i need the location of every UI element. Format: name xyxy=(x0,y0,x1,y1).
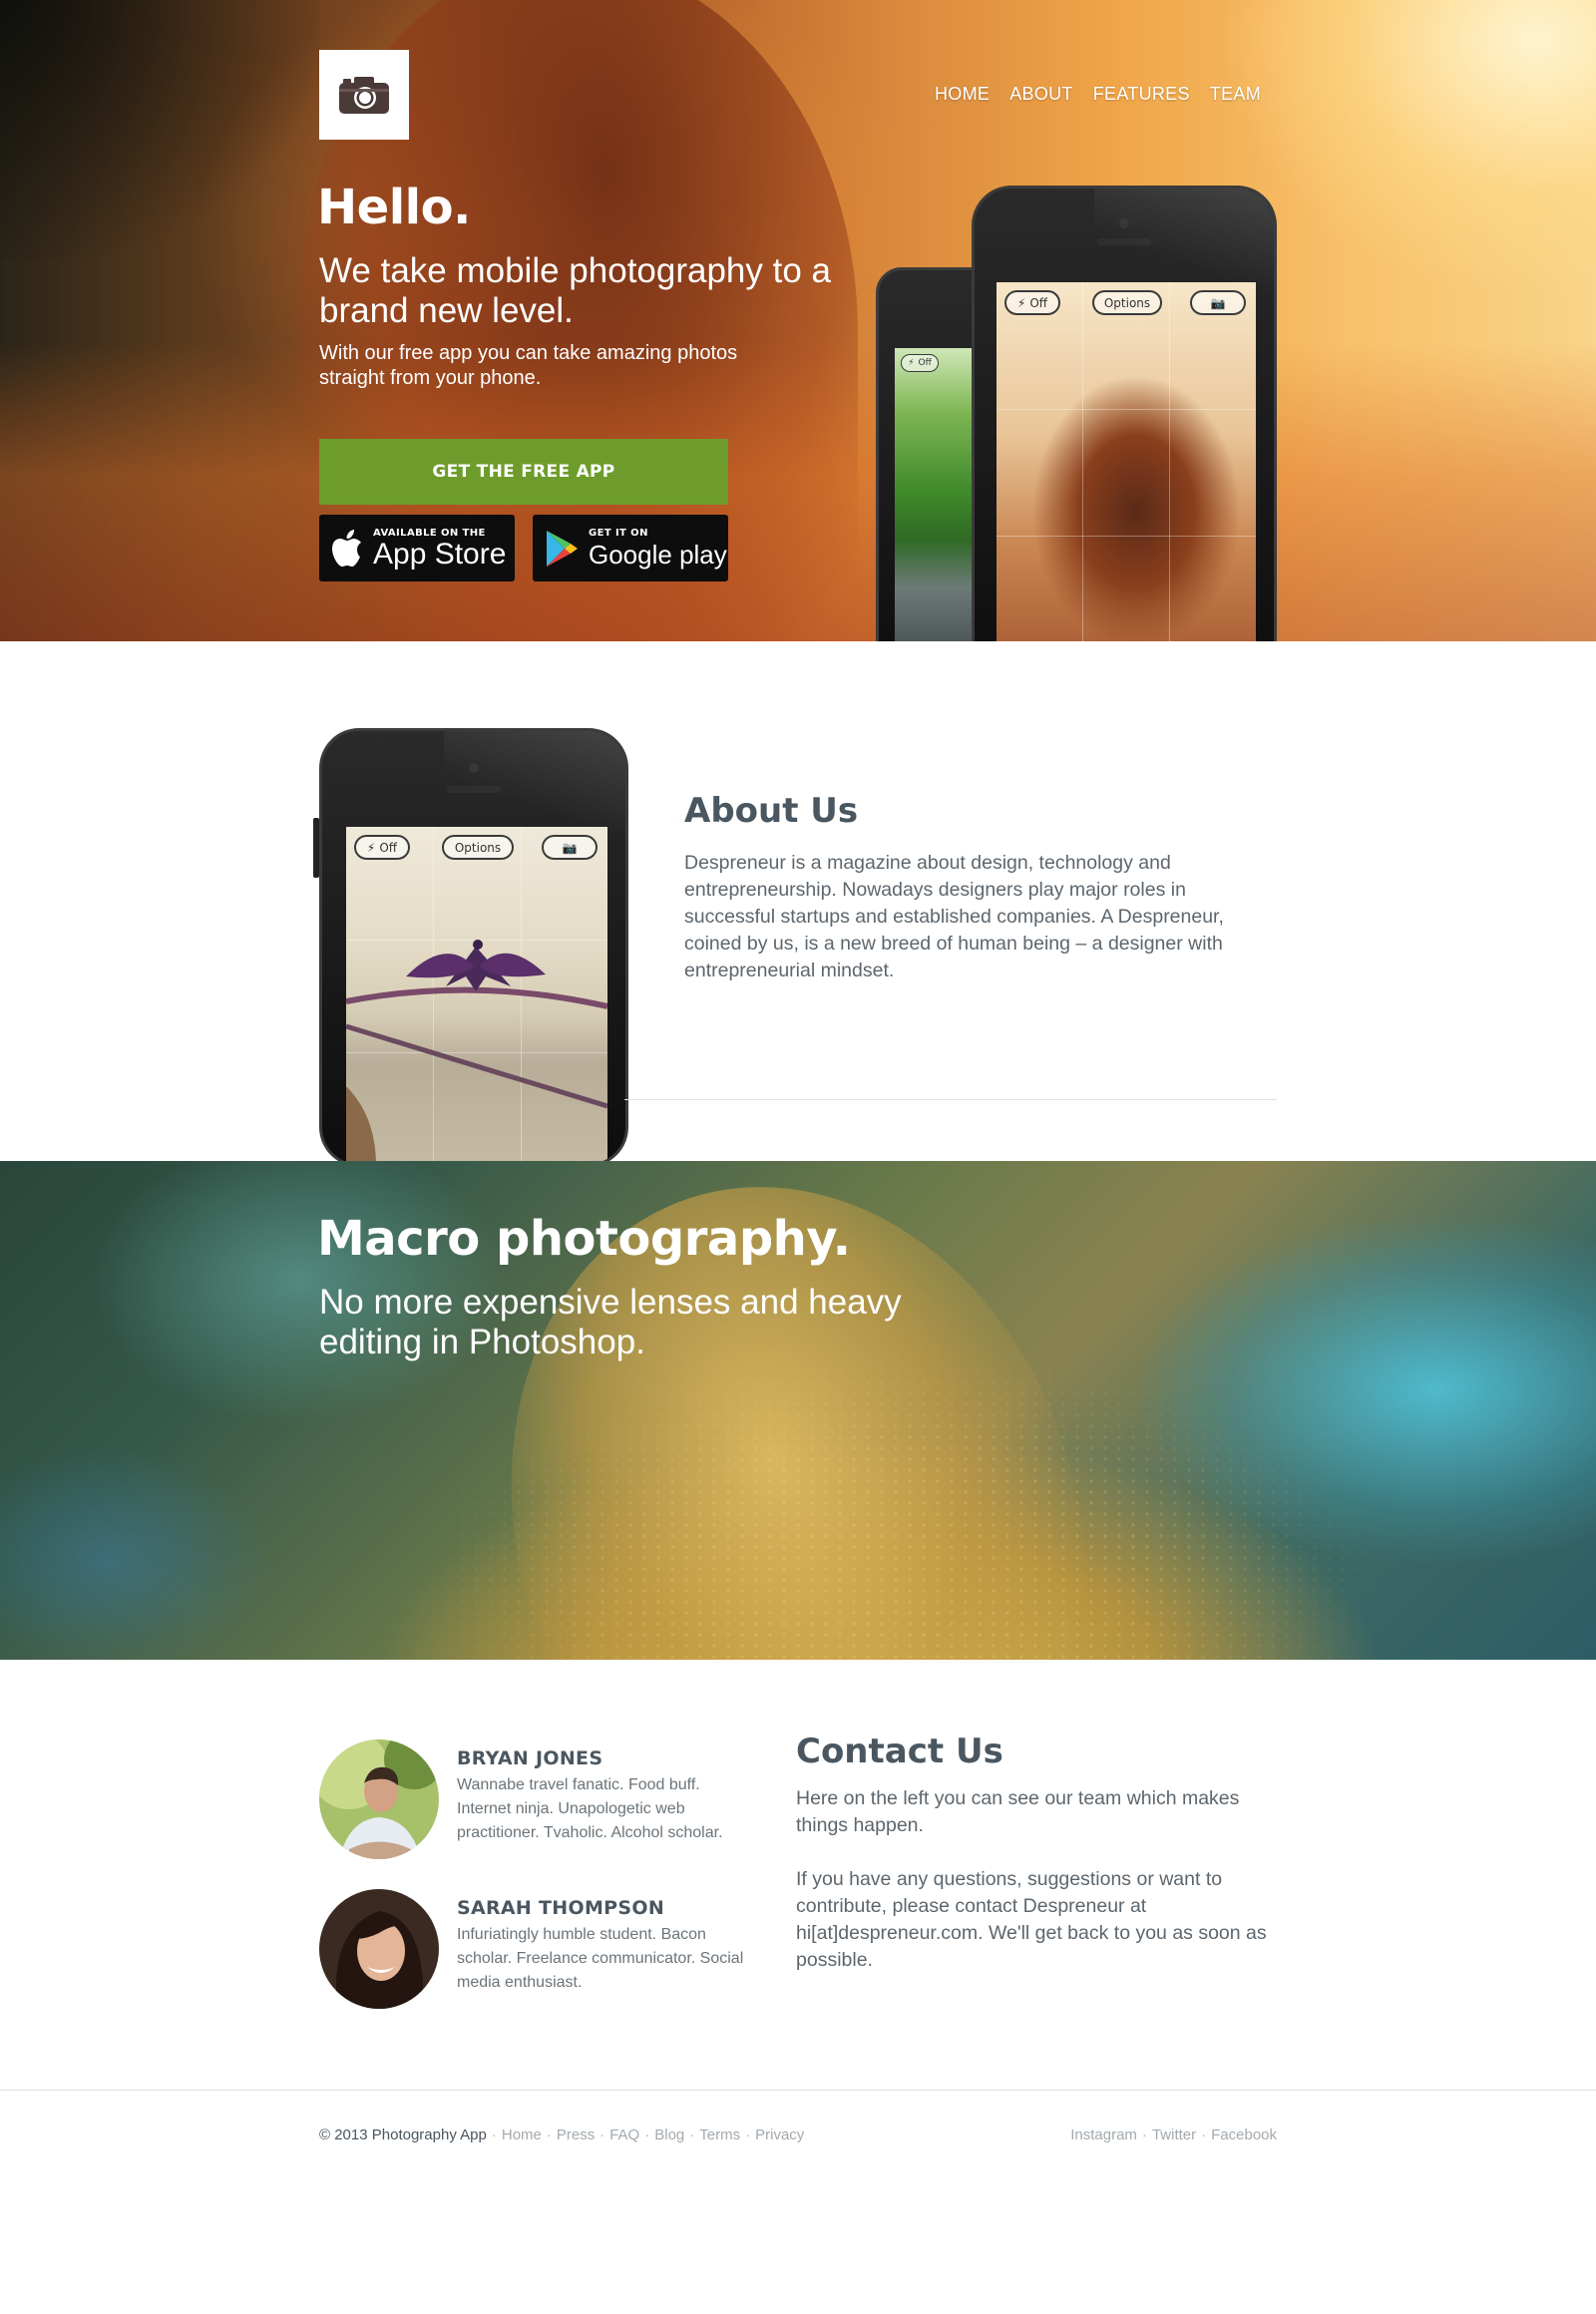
footer-link-terms[interactable]: Terms xyxy=(699,2126,740,2143)
flash-icon: ⚡ xyxy=(1016,295,1026,310)
google-play-badge[interactable]: GET IT ON Google play xyxy=(533,515,728,581)
team-member: BRYAN JONES Wannabe travel fanatic. Food… xyxy=(319,1739,758,1869)
phone-mockup-about: ⚡ Off Options 📷 xyxy=(319,728,628,1167)
footer-link-press[interactable]: Press xyxy=(557,2126,595,2143)
contact-details: If you have any questions, suggestions o… xyxy=(796,1868,1267,1971)
footer-divider xyxy=(0,2090,1596,2091)
footer-link-faq[interactable]: FAQ xyxy=(609,2126,639,2143)
phone-screen-portrait: ⚡ Off Options 📷 xyxy=(997,282,1256,641)
team-member-name: BRYAN JONES xyxy=(457,1747,603,1769)
about-text: Despreneur is a magazine about design, t… xyxy=(684,852,1224,981)
google-play-label: Google play xyxy=(589,539,727,570)
social-link-instagram[interactable]: Instagram xyxy=(1070,2126,1137,2143)
avatar xyxy=(319,1739,439,1859)
switch-camera-icon: 📷 xyxy=(562,840,578,855)
apple-icon xyxy=(332,529,361,567)
main-nav: HOME ABOUT FEATURES TEAM xyxy=(935,84,1261,105)
about-title: About Us xyxy=(684,791,859,831)
team-member-bio: Wannabe travel fanatic. Food buff. Inter… xyxy=(457,1776,723,1841)
team-member: SARAH THOMPSON Infuriatingly humble stud… xyxy=(319,1889,758,2019)
social-link-twitter[interactable]: Twitter xyxy=(1152,2126,1196,2143)
phone-side-buttons xyxy=(313,818,319,878)
social-link-facebook[interactable]: Facebook xyxy=(1211,2126,1277,2143)
flash-icon: ⚡ xyxy=(908,358,915,368)
footer-link-blog[interactable]: Blog xyxy=(654,2126,684,2143)
app-store-small-label: AVAILABLE ON THE xyxy=(373,527,486,539)
contact-intro: Here on the left you can see our team wh… xyxy=(796,1787,1240,1836)
team-member-bio: Infuriatingly humble student. Bacon scho… xyxy=(457,1926,744,1991)
switch-camera-button[interactable]: 📷 xyxy=(542,835,598,860)
bird-photo xyxy=(346,940,607,1164)
macro-title: Macro photography. xyxy=(317,1211,851,1267)
contact-title: Contact Us xyxy=(796,1732,1003,1771)
switch-camera-icon: 📷 xyxy=(1210,295,1226,310)
nav-about[interactable]: ABOUT xyxy=(1009,84,1073,105)
macro-section: Macro photography. No more expensive len… xyxy=(0,1161,1596,1660)
flash-toggle[interactable]: ⚡ Off xyxy=(354,835,410,860)
flash-toggle[interactable]: ⚡ Off xyxy=(1004,290,1060,315)
team-member-name: SARAH THOMPSON xyxy=(457,1897,665,1919)
hero-subtitle: With our free app you can take amazing p… xyxy=(319,342,738,389)
options-button[interactable]: Options xyxy=(442,835,514,860)
switch-camera-button[interactable]: 📷 xyxy=(1190,290,1246,315)
avatar xyxy=(319,1889,439,2009)
nav-features[interactable]: FEATURES xyxy=(1093,84,1190,105)
flash-icon: ⚡ xyxy=(366,840,376,855)
macro-tagline: No more expensive lenses and heavy editi… xyxy=(319,1283,902,1361)
page: HOME ABOUT FEATURES TEAM Hello. We take … xyxy=(0,0,1596,2314)
google-play-icon xyxy=(547,530,578,567)
footer-link-privacy[interactable]: Privacy xyxy=(755,2126,804,2143)
options-button[interactable]: Options xyxy=(1092,290,1162,315)
copyright: © 2013 Photography App xyxy=(319,2126,487,2143)
logo[interactable] xyxy=(319,50,409,140)
footer-links: © 2013 Photography App · Home · Press · … xyxy=(319,2126,805,2143)
app-store-badge[interactable]: AVAILABLE ON THE App Store xyxy=(319,515,515,581)
google-play-small-label: GET IT ON xyxy=(589,527,648,539)
hero-tagline: We take mobile photography to a brand ne… xyxy=(319,251,832,330)
get-app-button[interactable]: GET THE FREE APP xyxy=(319,439,728,505)
social-links: Instagram · Twitter · Facebook xyxy=(1070,2126,1277,2143)
hero-title: Hello. xyxy=(317,180,471,235)
hero-section: HOME ABOUT FEATURES TEAM Hello. We take … xyxy=(0,0,1596,641)
divider xyxy=(624,1099,1277,1100)
phone-screen-bird: ⚡ Off Options 📷 xyxy=(346,827,607,1164)
phone-mockup-front: ⚡ Off Options 📷 xyxy=(972,186,1277,641)
camera-icon xyxy=(339,77,389,114)
nav-home[interactable]: HOME xyxy=(935,84,990,105)
nav-team[interactable]: TEAM xyxy=(1210,84,1261,105)
footer-link-home[interactable]: Home xyxy=(502,2126,542,2143)
app-store-label: App Store xyxy=(373,537,507,571)
